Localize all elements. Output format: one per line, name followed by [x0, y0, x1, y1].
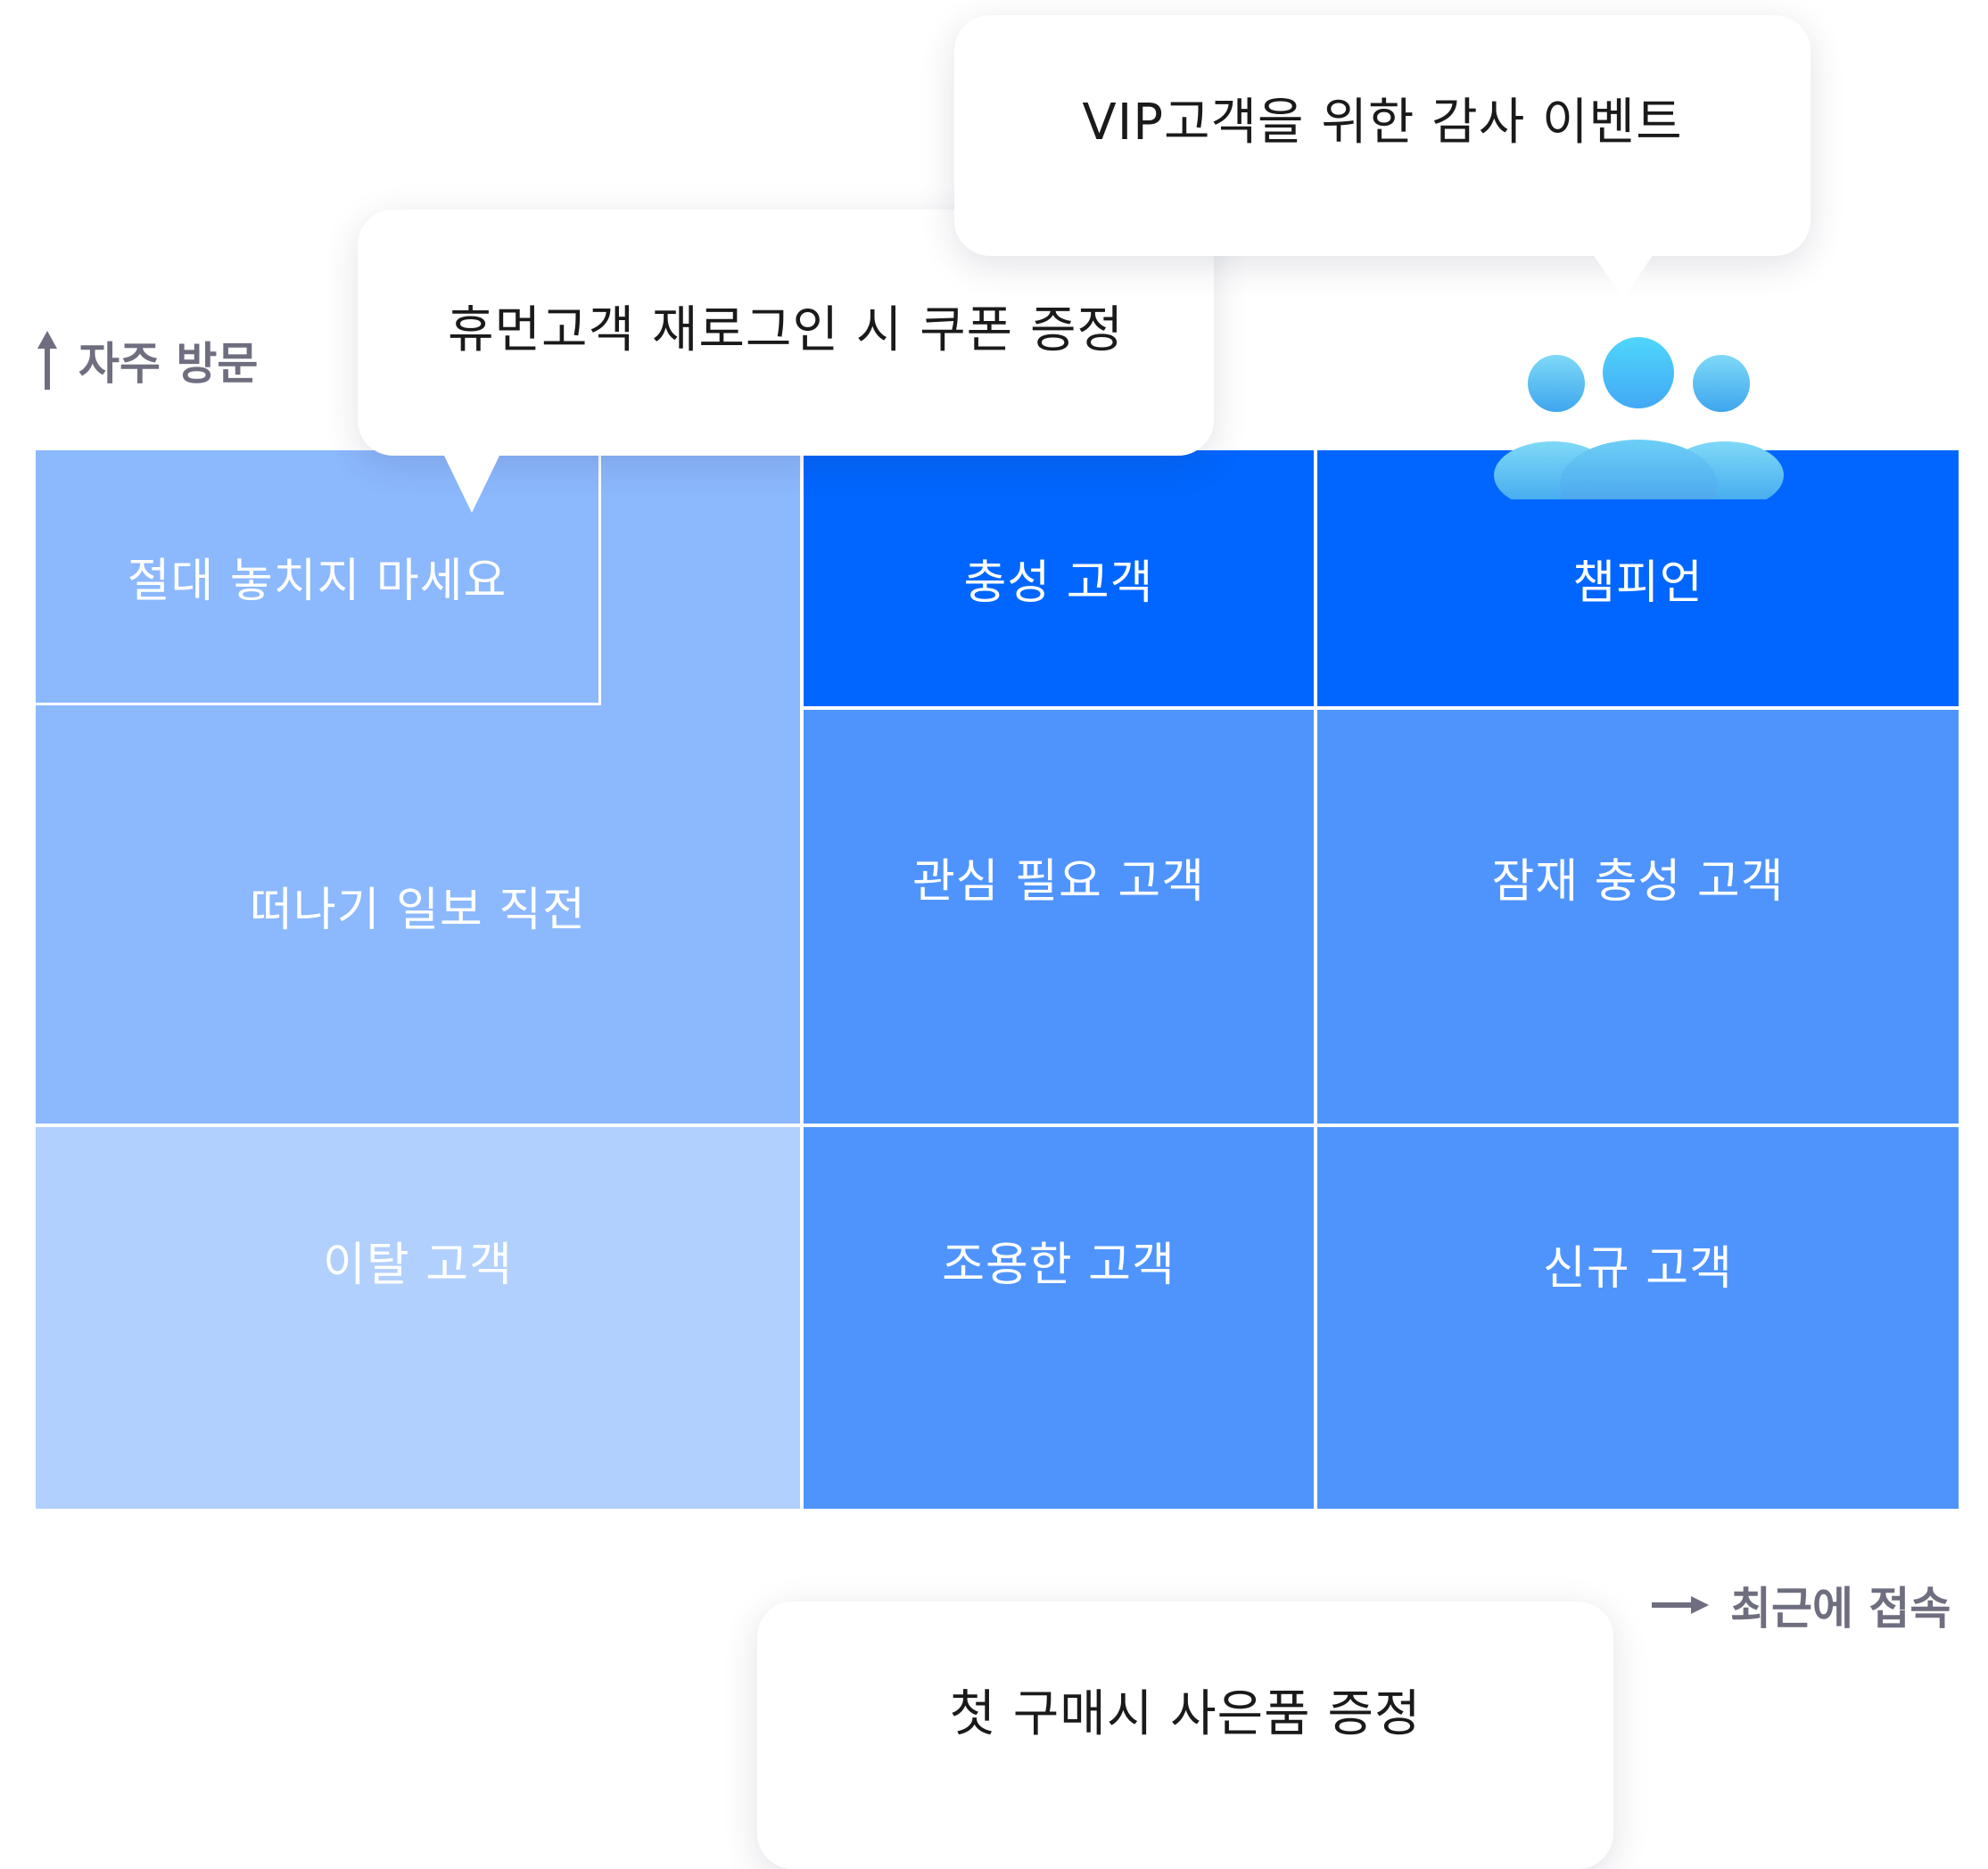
segment-needs-attention-label: 관심 필요 고객 — [912, 854, 1206, 909]
arrow-up-icon — [37, 331, 57, 390]
callout-first-purchase-tail — [1496, 1545, 1556, 1604]
segment-churned[interactable]: 이탈 고객 — [36, 1127, 800, 1509]
segment-dont-miss[interactable]: 절대 놓치지 마세요 — [36, 450, 601, 705]
arrow-right-icon — [1652, 1596, 1709, 1614]
y-axis-label: 자주 방문 — [36, 328, 258, 392]
segment-loyal[interactable]: 충성 고객 — [804, 450, 1314, 706]
segment-champion-label: 챔피언 — [1572, 556, 1703, 610]
x-axis-text: 최근에 접속 — [1730, 1583, 1951, 1634]
segment-dont-miss-label: 절대 놓치지 마세요 — [127, 555, 507, 608]
callout-first-purchase-gift: 첫 구매시 사은품 증정 — [757, 1601, 1613, 1869]
segment-about-to-leave-label: 떠나기 일보 직전 — [250, 883, 586, 937]
callout-dormant-tail — [443, 454, 500, 513]
segment-new[interactable]: 신규 고객 — [1317, 1127, 1959, 1509]
segment-churned-label: 이탈 고객 — [323, 1238, 513, 1292]
segment-new-label: 신규 고객 — [1543, 1241, 1733, 1296]
segment-potential-loyal[interactable]: 잠재 충성 고객 — [1317, 710, 1959, 1124]
x-axis-label: 최근에 접속 — [1650, 1573, 1951, 1637]
callout-first-purchase-text: 첫 구매시 사은품 증정 — [949, 1684, 1422, 1743]
callout-vip-text: VIP고객을 위한 감사 이벤트 — [1082, 93, 1683, 152]
y-axis-text: 자주 방문 — [78, 338, 259, 390]
segment-quiet-label: 조용한 고객 — [942, 1238, 1175, 1292]
callout-vip-event: VIP고객을 위한 감사 이벤트 — [954, 15, 1811, 256]
users-group-icon — [1494, 337, 1784, 499]
segment-needs-attention[interactable]: 관심 필요 고객 — [804, 710, 1314, 1124]
callout-vip-tail — [1593, 254, 1654, 299]
segment-quiet[interactable]: 조용한 고객 — [804, 1127, 1314, 1509]
callout-dormant-text: 휴먼고객 재로그인 시 쿠폰 증정 — [448, 301, 1124, 359]
segment-loyal-label: 충성 고객 — [963, 556, 1154, 610]
segment-potential-loyal-label: 잠재 충성 고객 — [1491, 854, 1785, 909]
